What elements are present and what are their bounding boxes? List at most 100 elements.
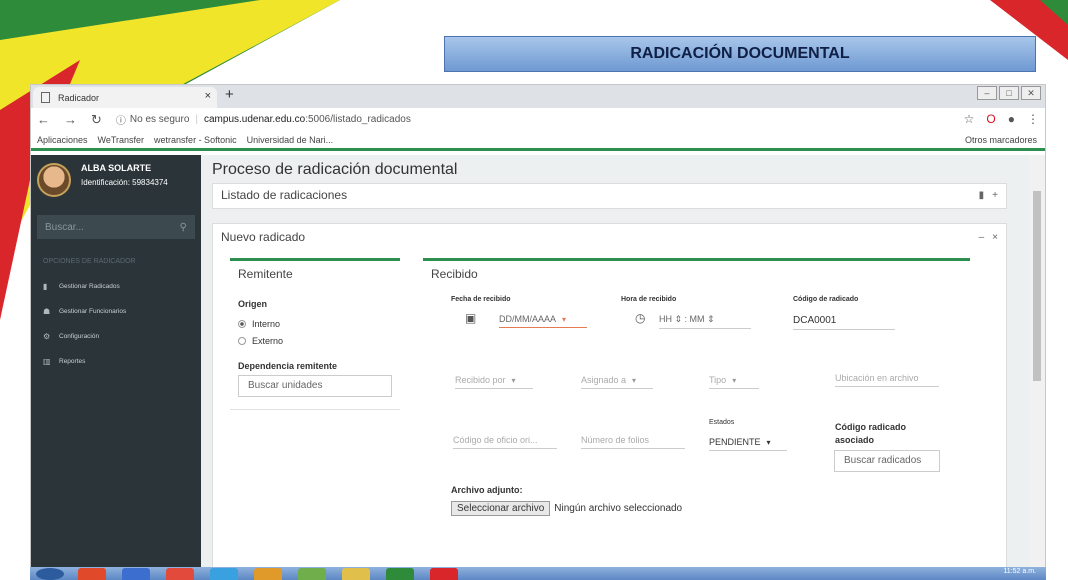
gears-icon: ⚙ [43, 332, 51, 341]
bookmark-apps[interactable]: Aplicaciones [37, 135, 88, 145]
menu-icon[interactable]: ⋮ [1027, 112, 1039, 126]
scrollbar-thumb[interactable] [1033, 191, 1041, 381]
tab-radicador[interactable]: Radicador × [33, 87, 217, 108]
chart-icon: ▥ [43, 357, 51, 366]
sidebar-item-label: Configuración [59, 333, 100, 340]
taskbar-app-7[interactable] [342, 568, 370, 580]
close-panel-icon[interactable]: × [992, 232, 998, 243]
bookmark-wetransfer[interactable]: WeTransfer [98, 135, 145, 145]
window-controls: – □ ✕ [977, 86, 1041, 100]
security-label: No es seguro [129, 114, 190, 125]
bookmarks-bar: Aplicaciones WeTransfer wetransfer - Sof… [31, 131, 1045, 151]
sidebar-item-reportes[interactable]: ▥ Reportes [31, 349, 201, 374]
codigo-asociado-label: Código radicado asociado [835, 422, 907, 445]
url-path: :5006/listado_radicados [305, 114, 411, 125]
taskbar-app-6[interactable] [298, 568, 326, 580]
bookmark-udenar[interactable]: Universidad de Nari... [247, 135, 334, 145]
estados-label: Estados [709, 419, 735, 426]
reload-icon[interactable]: ↻ [91, 112, 102, 128]
codigo-oficio-input[interactable]: Código de oficio ori... [453, 435, 557, 449]
taskbar-app-2[interactable] [122, 568, 150, 580]
main-content: Proceso de radicación documental Listado… [201, 155, 1031, 568]
archivo-label: Archivo adjunto: [451, 485, 523, 495]
radio-icon [238, 320, 246, 328]
tab-bar: Radicador × + – □ ✕ [31, 85, 1045, 108]
sidebar-item-radicados[interactable]: ▮ Gestionar Radicados [31, 274, 201, 299]
taskbar-app-9[interactable] [430, 568, 458, 580]
remitente-box: Remitente Origen Interno Externo Depende… [230, 258, 400, 410]
back-icon[interactable]: ← [37, 112, 50, 127]
fecha-label: Fecha de recibido [451, 296, 511, 303]
sidebar-item-label: Gestionar Radicados [59, 283, 120, 290]
recibido-title: Recibido [431, 267, 478, 281]
remitente-title: Remitente [238, 267, 293, 281]
user-id: Identificación: 59834374 [81, 178, 168, 187]
codigo-input[interactable]: DCA0001 [793, 315, 895, 330]
slide-title: RADICACIÓN DOCUMENTAL [444, 36, 1036, 72]
collapse-icon[interactable]: – [979, 232, 985, 243]
sidebar: ALBA SOLARTE Identificación: 59834374 Bu… [31, 155, 201, 568]
info-icon[interactable]: ⓘ [116, 112, 126, 127]
taskbar-app-5[interactable] [254, 568, 282, 580]
dependencia-label: Dependencia remitente [238, 361, 338, 371]
taskbar-app-4[interactable] [210, 568, 238, 580]
close-tab-icon[interactable]: × [205, 90, 211, 102]
ubicacion-input[interactable]: Ubicación en archivo [835, 373, 939, 387]
users-icon: ☗ [43, 307, 51, 316]
new-panel-title: Nuevo radicado [221, 230, 306, 244]
forward-icon[interactable]: → [64, 112, 77, 127]
start-button[interactable] [36, 568, 64, 580]
maximize-icon[interactable]: □ [999, 86, 1019, 100]
tipo-select[interactable]: Tipo ▾ [709, 375, 759, 389]
minimize-icon[interactable]: – [977, 86, 997, 100]
estado-select[interactable]: PENDIENTE ▾ [709, 437, 787, 451]
browser-window: Radicador × + – □ ✕ ← → ↻ ⓘ No es seguro… [30, 84, 1046, 568]
other-bookmarks[interactable]: Otros marcadores [965, 135, 1037, 145]
calendar-icon[interactable]: ▣ [465, 311, 476, 325]
dependencia-input[interactable]: Buscar unidades [238, 375, 392, 397]
sidebar-item-funcionarios[interactable]: ☗ Gestionar Funcionarios [31, 299, 201, 324]
taskbar: 11:52 a.m. [30, 567, 1046, 580]
sidebar-item-label: Gestionar Funcionarios [59, 308, 127, 315]
close-window-icon[interactable]: ✕ [1021, 86, 1041, 100]
tab-title: Radicador [58, 92, 100, 103]
origen-label: Origen [238, 299, 268, 309]
taskbar-app-8[interactable] [386, 568, 414, 580]
user-name: ALBA SOLARTE [81, 163, 152, 173]
codigo-label: Código de radicado [793, 296, 859, 303]
opera-icon[interactable]: O [986, 112, 995, 126]
book-icon: ▮ [43, 282, 48, 291]
search-input[interactable]: Buscar... [45, 222, 84, 233]
bookmark-softonic[interactable]: wetransfer - Softonic [154, 135, 237, 145]
sidebar-item-label: Reportes [59, 358, 86, 365]
taskbar-app-3[interactable] [166, 568, 194, 580]
new-panel: Nuevo radicado – × Remitente Origen Inter… [212, 223, 1007, 568]
account-icon[interactable]: ● [1008, 112, 1015, 126]
scrollbar[interactable] [1029, 155, 1045, 568]
radio-externo[interactable]: Externo [238, 336, 283, 346]
document-icon [41, 92, 50, 103]
radio-interno[interactable]: Interno [238, 319, 280, 329]
select-file-button[interactable]: Seleccionar archivo [451, 501, 551, 516]
file-input[interactable]: Seleccionar archivo Ningún archivo selec… [451, 501, 682, 516]
recibido-por-select[interactable]: Recibido por ▾ [455, 375, 533, 389]
search-icon[interactable]: ⚲ [180, 222, 187, 233]
buscar-radicados-input[interactable]: Buscar radicados [834, 450, 940, 472]
taskbar-clock: 11:52 a.m. [1003, 568, 1036, 575]
clock-icon: ◷ [635, 311, 646, 325]
address-bar: ← → ↻ ⓘ No es seguro | campus.udenar.edu… [31, 108, 1045, 131]
sidebar-search[interactable]: Buscar... ⚲ [37, 215, 195, 239]
star-icon[interactable]: ☆ [964, 112, 975, 126]
new-tab-button[interactable]: + [225, 86, 234, 103]
user-panel: ALBA SOLARTE Identificación: 59834374 [31, 155, 201, 205]
fecha-input[interactable]: DD/MM/AAAA ▾ [499, 314, 587, 328]
asignado-select[interactable]: Asignado a ▾ [581, 375, 653, 389]
url-input[interactable]: campus.udenar.edu.co:5006/listado_radica… [204, 114, 411, 125]
folios-input[interactable]: Número de folios [581, 435, 685, 449]
section-title: OPCIONES DE RADICADOR [43, 258, 136, 265]
sidebar-item-configuracion[interactable]: ⚙ Configuración [31, 324, 201, 349]
hora-input[interactable]: HH ⇕ : MM ⇕ [659, 314, 751, 329]
hora-label: Hora de recibido [621, 296, 677, 303]
taskbar-app-1[interactable] [78, 568, 106, 580]
avatar [37, 163, 71, 197]
